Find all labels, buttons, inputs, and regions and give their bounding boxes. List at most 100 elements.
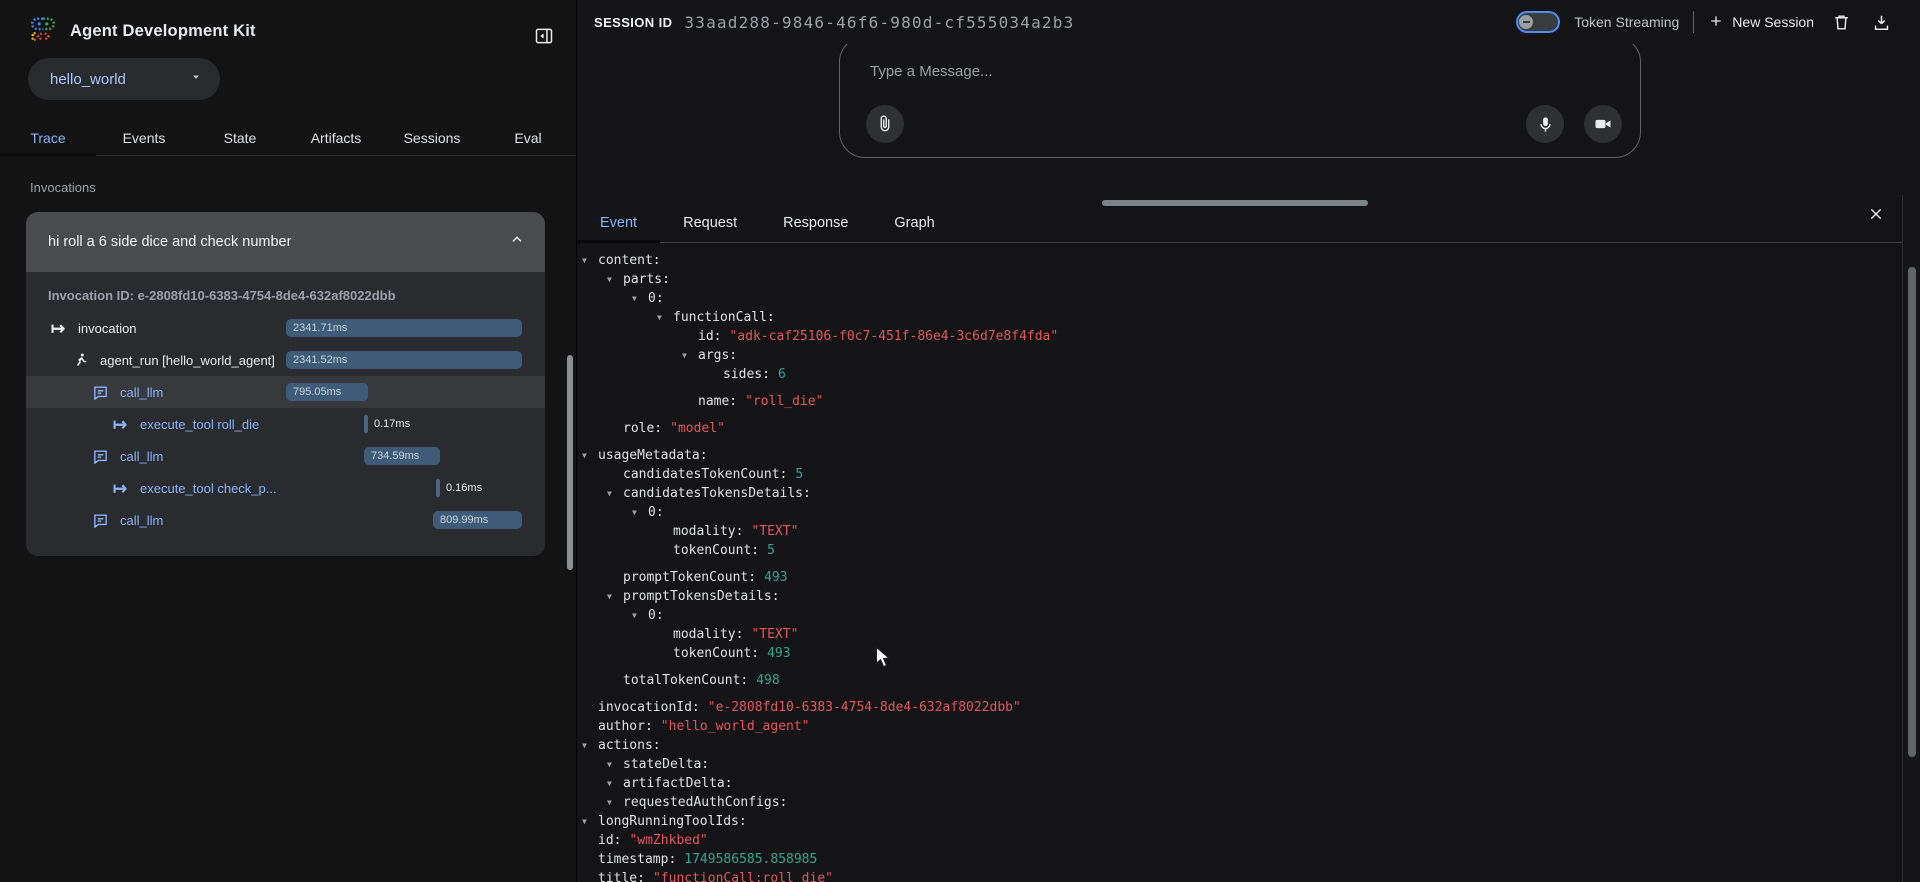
collapse-arrow-icon[interactable]	[632, 606, 648, 625]
new-session-label: New Session	[1732, 14, 1814, 30]
sidebar-tab[interactable]: Eval	[480, 122, 576, 155]
collapse-arrow-icon[interactable]	[607, 587, 623, 606]
collapse-arrow-icon[interactable]	[607, 755, 623, 774]
json-key: args:	[698, 348, 737, 363]
json-key: promptTokensDetails:	[623, 589, 780, 604]
new-session-button[interactable]: New Session	[1708, 13, 1814, 32]
trace-row[interactable]: call_llm 795.05ms	[26, 376, 545, 408]
chevron-up-icon[interactable]	[509, 232, 525, 253]
trace-row[interactable]: execute_tool check_p... 0.16ms	[26, 472, 545, 504]
json-value: "TEXT"	[751, 524, 798, 539]
json-key: 0:	[648, 505, 664, 520]
collapse-arrow-icon[interactable]	[582, 812, 598, 831]
json-key: title:	[598, 871, 645, 882]
json-line: role:"model"	[577, 419, 1902, 438]
trace-row[interactable]: invocation 2341.71ms	[26, 312, 545, 344]
json-key: promptTokenCount:	[623, 570, 756, 585]
json-key: candidatesTokenCount:	[623, 467, 787, 482]
attach-file-button[interactable]	[866, 105, 904, 143]
horizontal-scrollbar[interactable]	[1102, 200, 1368, 206]
json-line: totalTokenCount:498	[577, 671, 1902, 690]
trace-duration-bar: 795.05ms	[286, 383, 368, 401]
trace-row[interactable]: call_llm 734.59ms	[26, 440, 545, 472]
trace-duration-label: 2341.52ms	[286, 351, 522, 369]
delete-session-icon[interactable]	[1828, 9, 1854, 35]
json-line: promptTokensDetails:	[577, 587, 1902, 606]
trace-duration-bar: 0.17ms	[364, 415, 368, 433]
json-line: timestamp: 1749586585.858985	[577, 850, 1902, 869]
json-line: author:"hello_world_agent"	[577, 717, 1902, 736]
collapse-arrow-icon[interactable]	[632, 289, 648, 308]
collapse-arrow-icon[interactable]	[582, 446, 598, 465]
collapse-arrow-icon[interactable]	[632, 503, 648, 522]
video-button[interactable]	[1584, 105, 1622, 143]
trace-row-icon	[110, 480, 130, 497]
toggle-knob	[1519, 15, 1533, 29]
download-session-icon[interactable]	[1868, 9, 1894, 35]
detail-tab[interactable]: Event	[577, 208, 660, 242]
vertical-scrollbar-track	[1902, 195, 1920, 882]
invocation-card-header[interactable]: hi roll a 6 side dice and check number	[26, 212, 545, 272]
json-key: id:	[598, 833, 621, 848]
collapse-arrow-icon[interactable]	[607, 793, 623, 812]
collapse-arrow-icon[interactable]	[607, 774, 623, 793]
close-icon[interactable]	[1863, 201, 1889, 227]
collapse-panel-icon[interactable]	[532, 24, 556, 48]
invocation-card: hi roll a 6 side dice and check number I…	[26, 212, 545, 556]
sidebar-tab-bar: Trace Events State Artifacts Sessions Ev…	[0, 122, 576, 156]
collapse-arrow-icon[interactable]	[607, 484, 623, 503]
vertical-scrollbar[interactable]	[1908, 267, 1916, 757]
sidebar-tab[interactable]: State	[192, 122, 288, 155]
json-line: candidatesTokenCount:5	[577, 465, 1902, 484]
trace-row-label: call_llm	[120, 449, 163, 464]
detail-tab[interactable]: Request	[660, 208, 760, 242]
trace-row[interactable]: agent_run [hello_world_agent] 2341.52ms	[26, 344, 545, 376]
json-key: id:	[698, 329, 721, 344]
sidebar-tab[interactable]: Sessions	[384, 122, 480, 155]
chevron-down-icon	[190, 70, 202, 88]
token-streaming-toggle[interactable]	[1516, 11, 1560, 33]
sidebar-scrollbar[interactable]	[567, 355, 573, 570]
detail-tab[interactable]: Response	[760, 208, 871, 242]
session-id-value: 33aad288-9846-46f6-980d-cf555034a2b3	[684, 13, 1074, 32]
trace-row[interactable]: call_llm 809.99ms	[26, 504, 545, 536]
json-line: modality:"TEXT"	[577, 522, 1902, 541]
json-key: sides:	[723, 367, 770, 382]
chat-bubble-icon	[92, 512, 109, 529]
sidebar-tab[interactable]: Artifacts	[288, 122, 384, 155]
json-key: functionCall:	[673, 310, 775, 325]
json-value: "TEXT"	[751, 627, 798, 642]
trace-duration-label: 795.05ms	[286, 383, 368, 401]
collapse-arrow-icon[interactable]	[582, 251, 598, 270]
detail-tab[interactable]: Graph	[871, 208, 957, 242]
sidebar-tab[interactable]: Events	[96, 122, 192, 155]
event-json-tree: content: parts: 0: functionCall: id:"adk…	[577, 243, 1902, 882]
json-key: author:	[598, 719, 653, 734]
collapse-arrow-icon[interactable]	[682, 346, 698, 365]
collapse-arrow-icon[interactable]	[657, 308, 673, 327]
json-line: 0:	[577, 606, 1902, 625]
json-key: invocationId:	[598, 700, 700, 715]
json-line: actions:	[577, 736, 1902, 755]
json-line: sides:6	[577, 365, 1902, 384]
json-line: candidatesTokensDetails:	[577, 484, 1902, 503]
message-placeholder: Type a Message...	[870, 63, 993, 80]
json-key: timestamp:	[598, 852, 676, 867]
maps-to-icon	[113, 416, 127, 433]
json-value: 493	[767, 646, 790, 661]
detail-tab-bar: Event Request Response Graph	[577, 208, 1902, 243]
microphone-button[interactable]	[1526, 105, 1564, 143]
session-id-label: SESSION ID	[594, 15, 672, 30]
trace-row[interactable]: execute_tool roll_die 0.17ms	[26, 408, 545, 440]
json-line: tokenCount:5	[577, 541, 1902, 560]
collapse-arrow-icon[interactable]	[582, 736, 598, 755]
message-input-box[interactable]: Type a Message...	[839, 36, 1641, 158]
agent-select-dropdown[interactable]: hello_world	[28, 58, 220, 100]
trace-row-icon	[90, 384, 110, 401]
json-key: name:	[698, 394, 737, 409]
json-value: "model"	[670, 421, 725, 436]
collapse-arrow-icon[interactable]	[607, 270, 623, 289]
plus-icon	[1708, 13, 1724, 32]
json-value: 1749586585.858985	[684, 852, 817, 867]
sidebar-tab[interactable]: Trace	[0, 122, 96, 155]
